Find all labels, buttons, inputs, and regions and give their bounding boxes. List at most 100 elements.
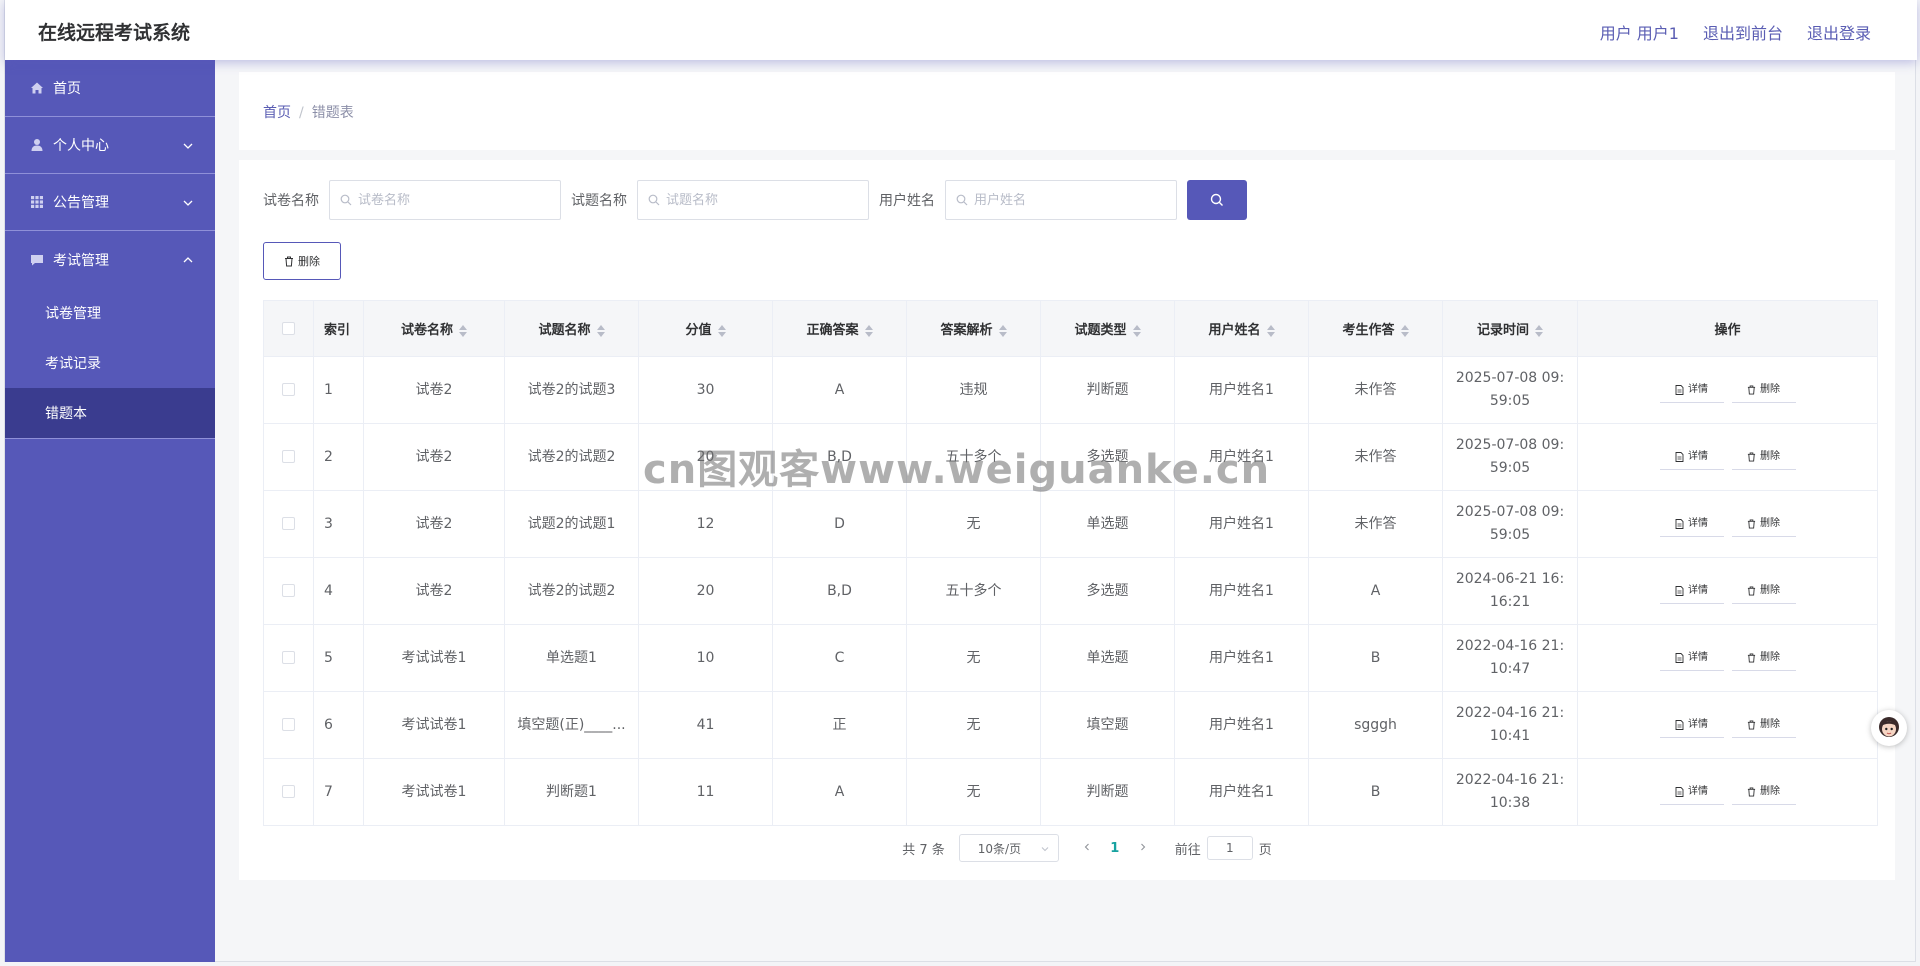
user-name-label: 用户姓名 <box>879 193 935 209</box>
row-delete-button[interactable]: 删除 <box>1731 712 1796 738</box>
detail-button[interactable]: 详情 <box>1659 377 1724 403</box>
cell-response: sgggh <box>1308 691 1443 759</box>
column-header-type[interactable]: 试题类型 <box>1040 300 1175 357</box>
cell-question: 试卷2的试题3 <box>504 356 639 424</box>
sidebar-subitem-exam-records[interactable]: 考试记录 <box>5 338 215 388</box>
cell-actions: 详情 删除 <box>1577 691 1878 759</box>
row-checkbox[interactable] <box>282 517 295 530</box>
breadcrumb-home[interactable]: 首页 <box>263 105 291 121</box>
trash-icon <box>1747 385 1756 394</box>
row-delete-button[interactable]: 删除 <box>1731 444 1796 470</box>
column-header-label: 考生作答 <box>1342 323 1395 338</box>
detail-button[interactable]: 详情 <box>1659 779 1724 805</box>
column-header-paper[interactable]: 试卷名称 <box>363 300 505 357</box>
sort-icon[interactable] <box>1535 324 1543 337</box>
row-checkbox[interactable] <box>282 383 295 396</box>
sidebar-item-personal-center[interactable]: 个人中心 <box>5 117 215 174</box>
detail-button[interactable]: 详情 <box>1659 645 1724 671</box>
table-row: 3 试卷2 试题2的试题1 12 D 无单选题 用户姓名1 未作答 2025-07-08 09:… <box>263 490 1878 558</box>
column-header-time[interactable]: 记录时间 <box>1442 300 1578 357</box>
column-header-label: 分值 <box>685 323 712 338</box>
prev-page-button[interactable] <box>1073 841 1101 856</box>
trash-icon <box>1747 787 1756 796</box>
column-header-question[interactable]: 试题名称 <box>504 300 639 357</box>
cell-paper: 试卷2 <box>363 356 505 424</box>
chevron-left-icon <box>1084 843 1089 850</box>
select-all-checkbox[interactable] <box>282 322 295 335</box>
row-delete-button[interactable]: 删除 <box>1731 645 1796 671</box>
row-delete-button[interactable]: 删除 <box>1731 377 1796 403</box>
sort-icon[interactable] <box>717 324 726 337</box>
cell-answer: A <box>772 356 907 424</box>
column-header-response[interactable]: 考生作答 <box>1308 300 1443 357</box>
row-checkbox[interactable] <box>282 785 295 798</box>
detail-button[interactable]: 详情 <box>1659 444 1724 470</box>
detail-button[interactable]: 详情 <box>1659 511 1724 537</box>
row-delete-label: 删除 <box>1760 585 1780 596</box>
logout-link[interactable]: 退出登录 <box>1807 20 1871 44</box>
row-select-cell <box>263 624 314 692</box>
search-button[interactable] <box>1187 180 1247 220</box>
cell-user: 用户姓名1 <box>1174 691 1309 759</box>
cell-type: 单选题 <box>1040 624 1175 692</box>
cell-analysis: 无 <box>906 758 1041 826</box>
detail-button[interactable]: 详情 <box>1659 712 1724 738</box>
column-header-user[interactable]: 用户姓名 <box>1174 300 1309 357</box>
row-checkbox[interactable] <box>282 584 295 597</box>
row-checkbox[interactable] <box>282 718 295 731</box>
watermark-text: cn图观客www.weiguanke.cn <box>643 447 1271 493</box>
sort-icon[interactable] <box>1132 324 1141 337</box>
cartoon-girl-icon <box>1879 717 1899 737</box>
row-checkbox[interactable] <box>282 450 295 463</box>
column-header-answer[interactable]: 正确答案 <box>772 300 907 357</box>
sort-icon[interactable] <box>596 324 605 337</box>
detail-label: 详情 <box>1688 384 1708 395</box>
sidebar-item-home[interactable]: 首页 <box>5 60 215 117</box>
cell-type: 判断题 <box>1040 356 1175 424</box>
chat-icon <box>29 252 45 268</box>
next-page-button[interactable] <box>1129 841 1157 856</box>
search-icon <box>340 194 352 206</box>
page-number-current[interactable]: 1 <box>1101 841 1129 856</box>
sidebar-item-exam-management[interactable]: 考试管理 <box>5 231 215 288</box>
cell-user: 用户姓名1 <box>1174 624 1309 692</box>
row-delete-button[interactable]: 删除 <box>1731 578 1796 604</box>
sort-icon[interactable] <box>864 324 873 337</box>
document-icon <box>1675 518 1684 529</box>
page-size-select[interactable]: 10条/页 <box>958 834 1059 862</box>
detail-label: 详情 <box>1688 652 1708 663</box>
sidebar-subitem-paper-management[interactable]: 试卷管理 <box>5 288 215 338</box>
assistant-avatar[interactable] <box>1871 710 1907 746</box>
cell-user: 用户姓名1 <box>1174 557 1309 625</box>
cell-index: 3 <box>313 490 364 558</box>
sort-icon[interactable] <box>1400 324 1409 337</box>
row-delete-button[interactable]: 删除 <box>1731 779 1796 805</box>
sort-icon[interactable] <box>1266 324 1275 337</box>
row-select-cell <box>263 557 314 625</box>
user-name-input[interactable] <box>974 192 1164 208</box>
column-header-analysis[interactable]: 答案解析 <box>906 300 1041 357</box>
cell-type: 填空题 <box>1040 691 1175 759</box>
cell-answer: D <box>772 490 907 558</box>
row-select-cell <box>263 490 314 558</box>
question-name-input[interactable] <box>666 192 856 208</box>
row-checkbox[interactable] <box>282 651 295 664</box>
paper-name-input[interactable] <box>358 192 548 208</box>
goto-page-input[interactable]: 1 <box>1206 836 1253 860</box>
row-delete-button[interactable]: 删除 <box>1731 511 1796 537</box>
batch-delete-button[interactable]: 删除 <box>263 242 341 280</box>
sort-icon[interactable] <box>998 324 1007 337</box>
detail-button[interactable]: 详情 <box>1659 578 1724 604</box>
breadcrumb-current: 错题表 <box>311 105 354 121</box>
back-to-front-link[interactable]: 退出到前台 <box>1703 20 1783 44</box>
sidebar-item-announcements[interactable]: 公告管理 <box>5 174 215 231</box>
trash-icon <box>285 256 293 266</box>
sidebar-subitem-wrong-questions[interactable]: 错题本 <box>5 388 215 438</box>
table-row: 4 试卷2 试卷2的试题2 20 B,D 五十多个 多选题 用户姓名1 A 2024-06-21 … <box>263 557 1878 625</box>
column-header-score[interactable]: 分值 <box>638 300 773 357</box>
user-menu-link[interactable]: 用户 用户1 <box>1600 20 1679 44</box>
cell-response: 未作答 <box>1308 423 1443 491</box>
cell-question: 单选题1 <box>504 624 639 692</box>
cell-score: 30 <box>638 356 773 424</box>
sort-icon[interactable] <box>459 324 467 337</box>
